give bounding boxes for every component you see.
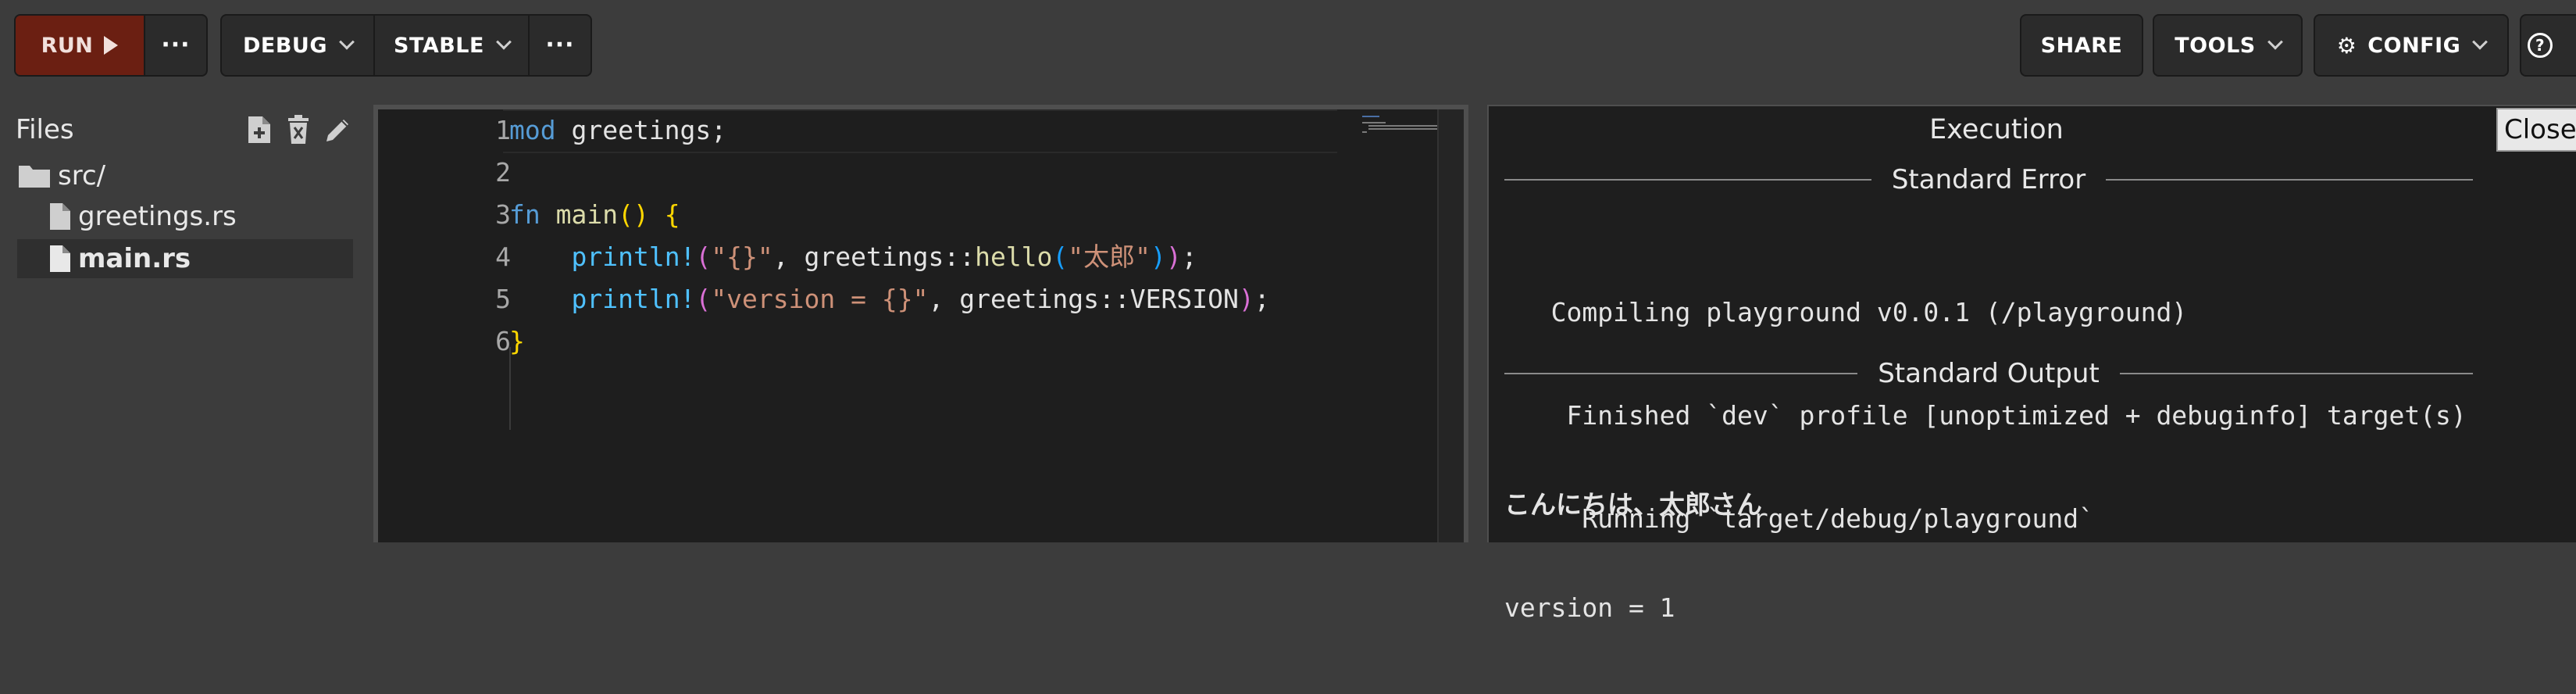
divider-line xyxy=(2106,179,2474,181)
toolbar: RUN ··· DEBUG STABLE ··· SHARE TOOLS ⚙ C… xyxy=(0,0,2576,94)
debug-label: DEBUG xyxy=(242,33,328,58)
divider-line xyxy=(2119,373,2473,374)
tree-item-label: greetings.rs xyxy=(78,201,237,232)
file-icon xyxy=(50,203,70,230)
execution-title: Execution xyxy=(1929,114,2064,145)
stdout-header: Standard Output xyxy=(1504,358,2473,389)
tree-item-label: main.rs xyxy=(78,243,191,274)
stdout-label: Standard Output xyxy=(1878,358,2100,389)
line-number: 4 xyxy=(495,241,511,272)
new-file-icon[interactable] xyxy=(245,114,273,145)
help-button-group: ? xyxy=(2520,14,2576,77)
config-button-group: ⚙ CONFIG xyxy=(2314,14,2509,77)
tree-item-src-folder[interactable]: src/ xyxy=(17,156,353,195)
stdout-line: version = 1 xyxy=(1504,592,1675,623)
stable-label: STABLE xyxy=(394,33,484,58)
line-number: 5 xyxy=(495,284,511,314)
gear-icon: ⚙ xyxy=(2336,32,2357,59)
divider-line xyxy=(1504,179,1871,181)
folder-icon xyxy=(19,166,50,188)
file-sidebar: Files src/ greetings.rs main.rs xyxy=(0,102,367,542)
files-title: Files xyxy=(16,114,74,145)
line-number-gutter: 1 2 3 4 5 6 xyxy=(378,109,511,542)
line-number: 2 xyxy=(495,157,511,188)
share-label: SHARE xyxy=(2040,33,2123,58)
stdout-content: こんにちは、太郎さん version = 1 xyxy=(1504,419,1762,694)
tree-item-label: src/ xyxy=(58,160,106,191)
play-icon xyxy=(104,36,119,55)
run-label: RUN xyxy=(41,33,94,58)
line-number: 1 xyxy=(495,115,511,145)
files-header: Files xyxy=(16,106,351,153)
code-line-6: } xyxy=(509,326,525,356)
execution-output-panel: Execution Standard Error Compiling playg… xyxy=(1487,105,2576,623)
editor-scrollbar[interactable] xyxy=(1437,109,1464,542)
close-output-button[interactable]: Close xyxy=(2496,108,2576,152)
chevron-down-icon xyxy=(496,34,512,50)
code-line-5: println!("version = {}", greetings::VERS… xyxy=(571,284,1270,314)
run-button-group: RUN ··· xyxy=(14,14,208,77)
more-icon: ··· xyxy=(161,31,191,59)
code-editor[interactable]: 1 2 3 4 5 6 mod greetings; fn main() { p… xyxy=(373,105,1468,542)
help-button[interactable]: ? xyxy=(2521,16,2576,75)
tree-item-main-rs[interactable]: main.rs xyxy=(17,239,353,278)
tools-button[interactable]: TOOLS xyxy=(2154,16,2301,75)
config-button[interactable]: ⚙ CONFIG xyxy=(2315,16,2507,75)
help-icon: ? xyxy=(2528,33,2553,58)
share-button-group: SHARE xyxy=(2020,14,2143,77)
line-number: 3 xyxy=(495,199,511,230)
rename-file-icon[interactable] xyxy=(323,114,351,145)
line-number: 6 xyxy=(495,326,511,356)
code-line-4: println!("{}", greetings::hello("太郎")); xyxy=(571,241,1197,272)
code-line-1: mod greetings; xyxy=(509,115,727,145)
tools-label: TOOLS xyxy=(2175,33,2256,58)
divider-line xyxy=(1504,373,1858,374)
tree-item-greetings-rs[interactable]: greetings.rs xyxy=(48,197,353,236)
stderr-header: Standard Error xyxy=(1504,164,2474,195)
share-button[interactable]: SHARE xyxy=(2021,16,2142,75)
delete-file-icon[interactable] xyxy=(284,114,312,145)
run-button[interactable]: RUN xyxy=(16,16,145,75)
code-line-3: fn main() { xyxy=(509,199,680,230)
file-actions xyxy=(245,114,351,145)
more-icon: ··· xyxy=(545,31,575,59)
run-more-button[interactable]: ··· xyxy=(145,16,206,75)
stdout-line: こんにちは、太郎さん xyxy=(1504,489,1762,520)
debug-mode-button[interactable]: DEBUG xyxy=(222,16,375,75)
stderr-line: Compiling playground v0.0.1 (/playground… xyxy=(1504,297,2188,327)
close-label: Close xyxy=(2504,114,2576,145)
chevron-down-icon xyxy=(2267,34,2283,50)
channel-button[interactable]: STABLE xyxy=(375,16,530,75)
file-icon xyxy=(50,245,70,272)
chevron-down-icon xyxy=(2472,34,2489,50)
stderr-label: Standard Error xyxy=(1891,164,2086,195)
tools-button-group: TOOLS xyxy=(2153,14,2303,77)
build-options-group: DEBUG STABLE ··· xyxy=(220,14,592,77)
advanced-options-button[interactable]: ··· xyxy=(530,16,590,75)
chevron-down-icon xyxy=(339,34,355,50)
config-label: CONFIG xyxy=(2367,33,2461,58)
